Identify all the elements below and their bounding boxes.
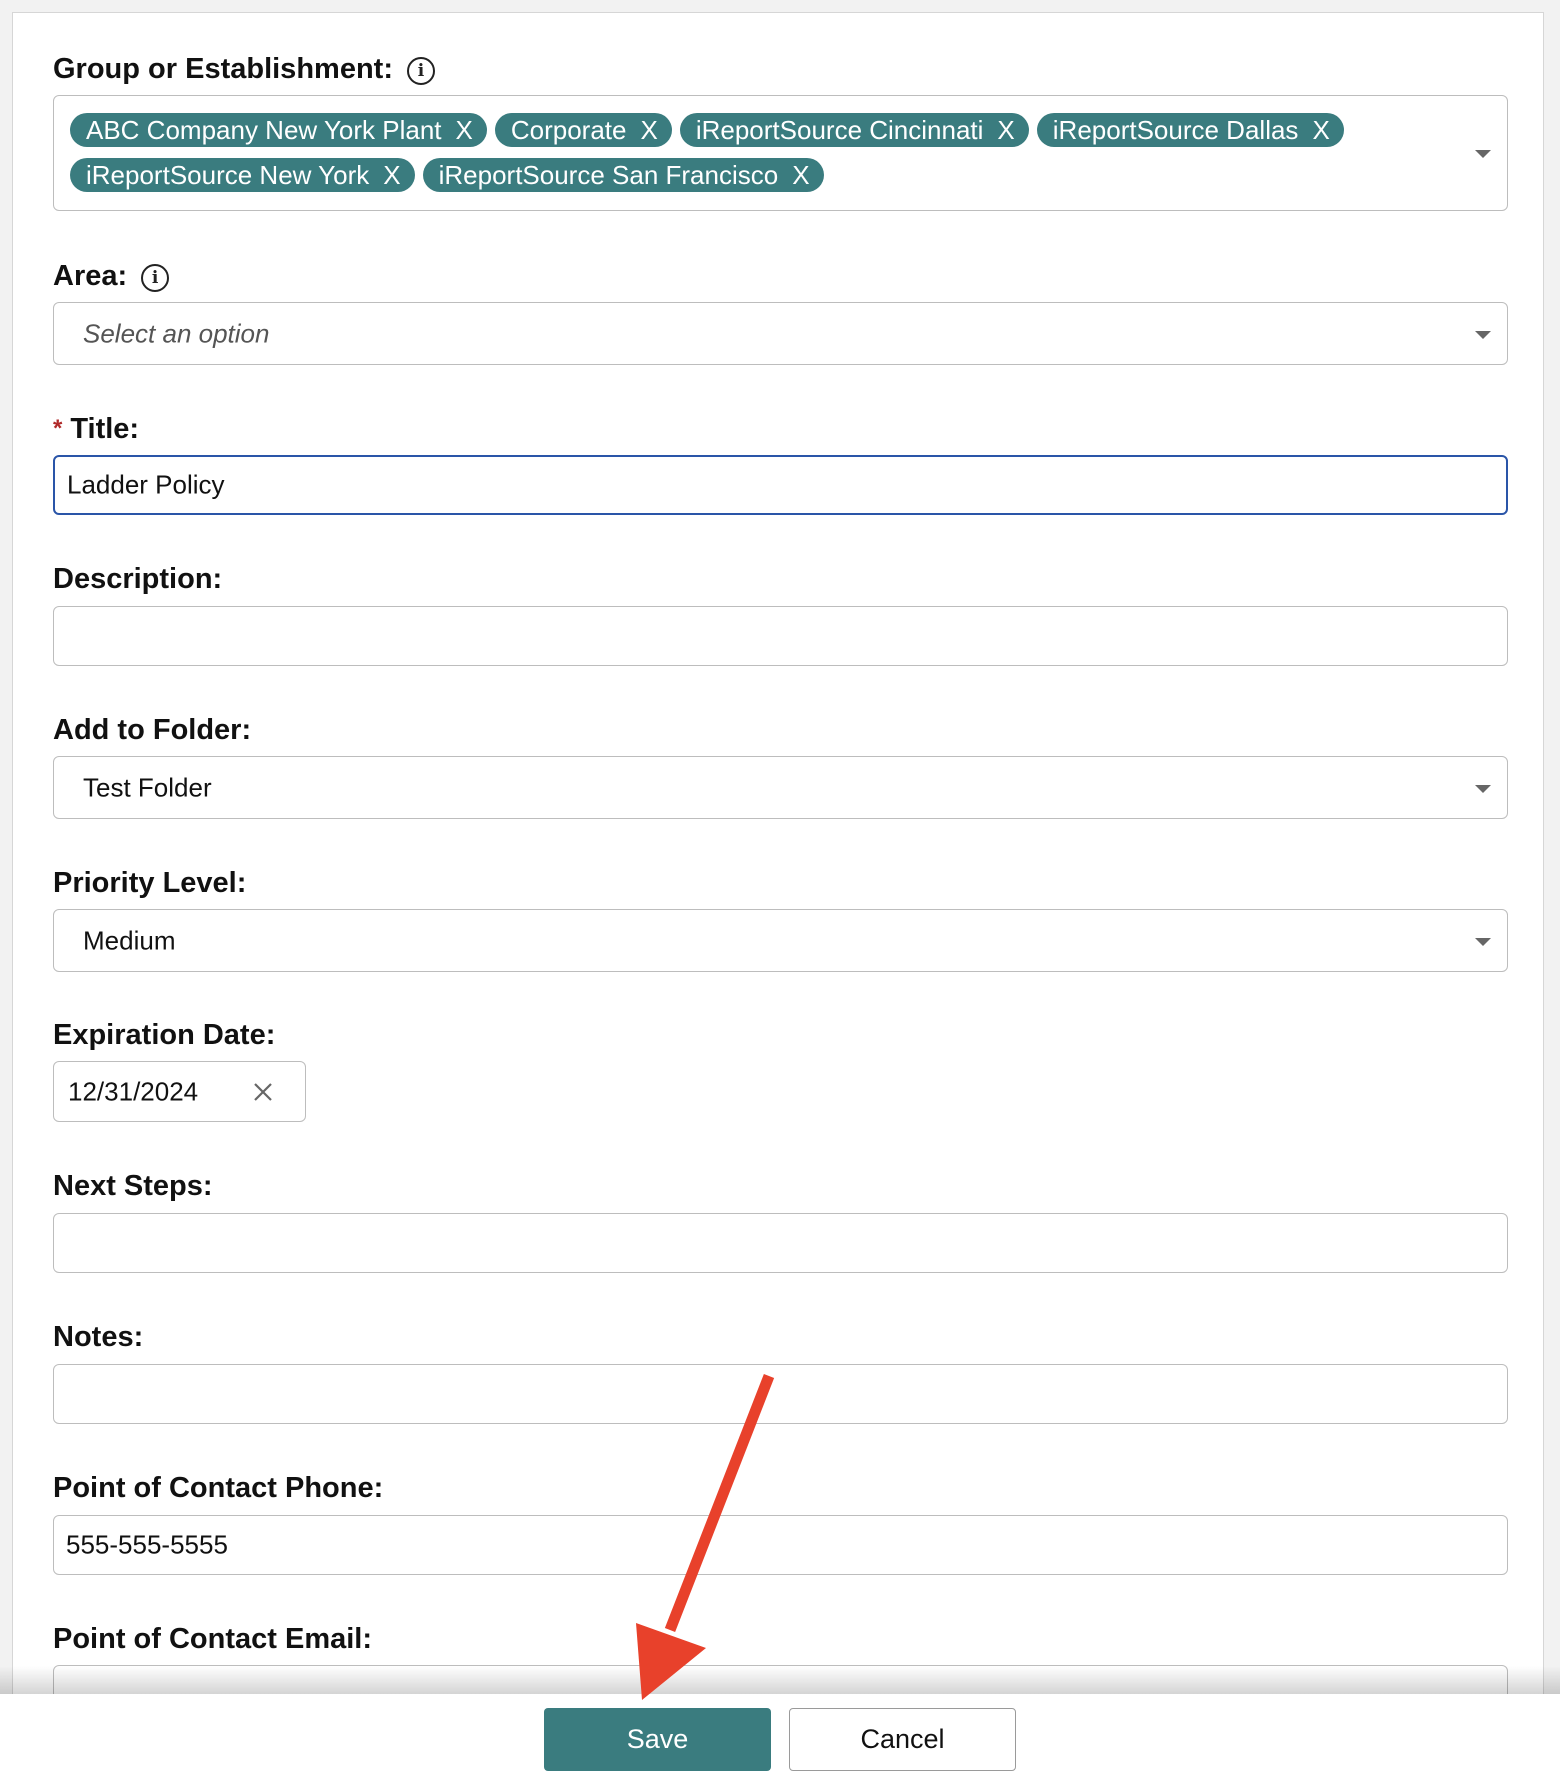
selected-chip: ABC Company New York Plant X <box>70 113 487 147</box>
notes-input[interactable] <box>53 1364 1508 1424</box>
next-steps-input[interactable] <box>53 1213 1508 1273</box>
required-marker: * <box>53 415 63 442</box>
caret-down-icon[interactable] <box>1475 937 1491 946</box>
chip-label: Corporate <box>510 115 627 145</box>
chip-remove-icon[interactable]: X <box>640 115 657 145</box>
info-icon[interactable]: i <box>141 264 170 292</box>
selected-chip: iReportSource Dallas X <box>1036 113 1344 147</box>
area-label: Area: i <box>53 259 170 293</box>
selected-chip: iReportSource New York X <box>70 158 415 192</box>
group-label: Group or Establishment: i <box>53 52 435 86</box>
title-label: * Title: <box>53 413 140 445</box>
caret-down-icon[interactable] <box>1475 330 1491 339</box>
selected-chip: iReportSource San Francisco X <box>422 158 824 192</box>
folder-select[interactable]: Test Folder <box>53 756 1508 819</box>
caret-down-icon[interactable] <box>1475 150 1491 158</box>
description-input[interactable] <box>53 606 1508 666</box>
save-button[interactable]: Save <box>544 1708 771 1771</box>
contact-phone-label: Point of Contact Phone: <box>53 1472 384 1504</box>
contact-email-label: Point of Contact Email: <box>53 1623 372 1655</box>
expiration-date-input[interactable]: 12/31/2024 <box>53 1061 306 1122</box>
notes-label: Notes: <box>53 1321 144 1353</box>
folder-label: Add to Folder: <box>53 714 252 746</box>
caret-down-icon[interactable] <box>1475 784 1491 793</box>
selected-chip: iReportSource Cincinnati X <box>679 113 1029 147</box>
priority-label: Priority Level: <box>53 867 247 899</box>
expiration-value: 12/31/2024 <box>68 1076 199 1106</box>
chip-label: iReportSource Dallas <box>1052 115 1299 145</box>
chip-label: iReportSource San Francisco <box>438 160 779 190</box>
chip-remove-icon[interactable]: X <box>383 160 400 190</box>
folder-value: Test Folder <box>83 772 212 802</box>
chip-remove-icon[interactable]: X <box>1312 115 1329 145</box>
next-steps-label: Next Steps: <box>53 1170 213 1202</box>
selected-chip: Corporate X <box>494 113 672 147</box>
chip-remove-icon[interactable]: X <box>997 115 1014 145</box>
description-label: Description: <box>53 563 223 595</box>
info-icon[interactable]: i <box>406 57 435 85</box>
selected-chips: ABC Company New York Plant X Corporate XiRe… <box>70 113 1430 203</box>
title-value: Ladder Policy <box>67 469 225 500</box>
footer-shadow <box>0 1666 1560 1696</box>
form-footer: Save Cancel <box>0 1694 1560 1784</box>
close-icon[interactable] <box>250 1079 276 1105</box>
area-select[interactable]: Select an option <box>53 302 1508 365</box>
expiration-label: Expiration Date: <box>53 1019 276 1051</box>
chip-remove-icon[interactable]: X <box>792 160 809 190</box>
priority-select[interactable]: Medium <box>53 909 1508 972</box>
area-placeholder: Select an option <box>83 318 270 348</box>
chip-label: iReportSource New York <box>86 160 370 190</box>
chip-remove-icon[interactable]: X <box>456 115 473 145</box>
contact-phone-input[interactable]: 555-555-5555 <box>53 1515 1508 1575</box>
chip-label: ABC Company New York Plant <box>86 115 442 145</box>
cancel-button[interactable]: Cancel <box>789 1708 1016 1771</box>
group-multiselect[interactable]: ABC Company New York Plant X Corporate XiRe… <box>53 95 1508 211</box>
chip-label: iReportSource Cincinnati <box>695 115 984 145</box>
priority-value: Medium <box>83 925 176 955</box>
title-input[interactable]: Ladder Policy <box>53 455 1508 515</box>
contact-phone-value: 555-555-5555 <box>66 1529 228 1560</box>
